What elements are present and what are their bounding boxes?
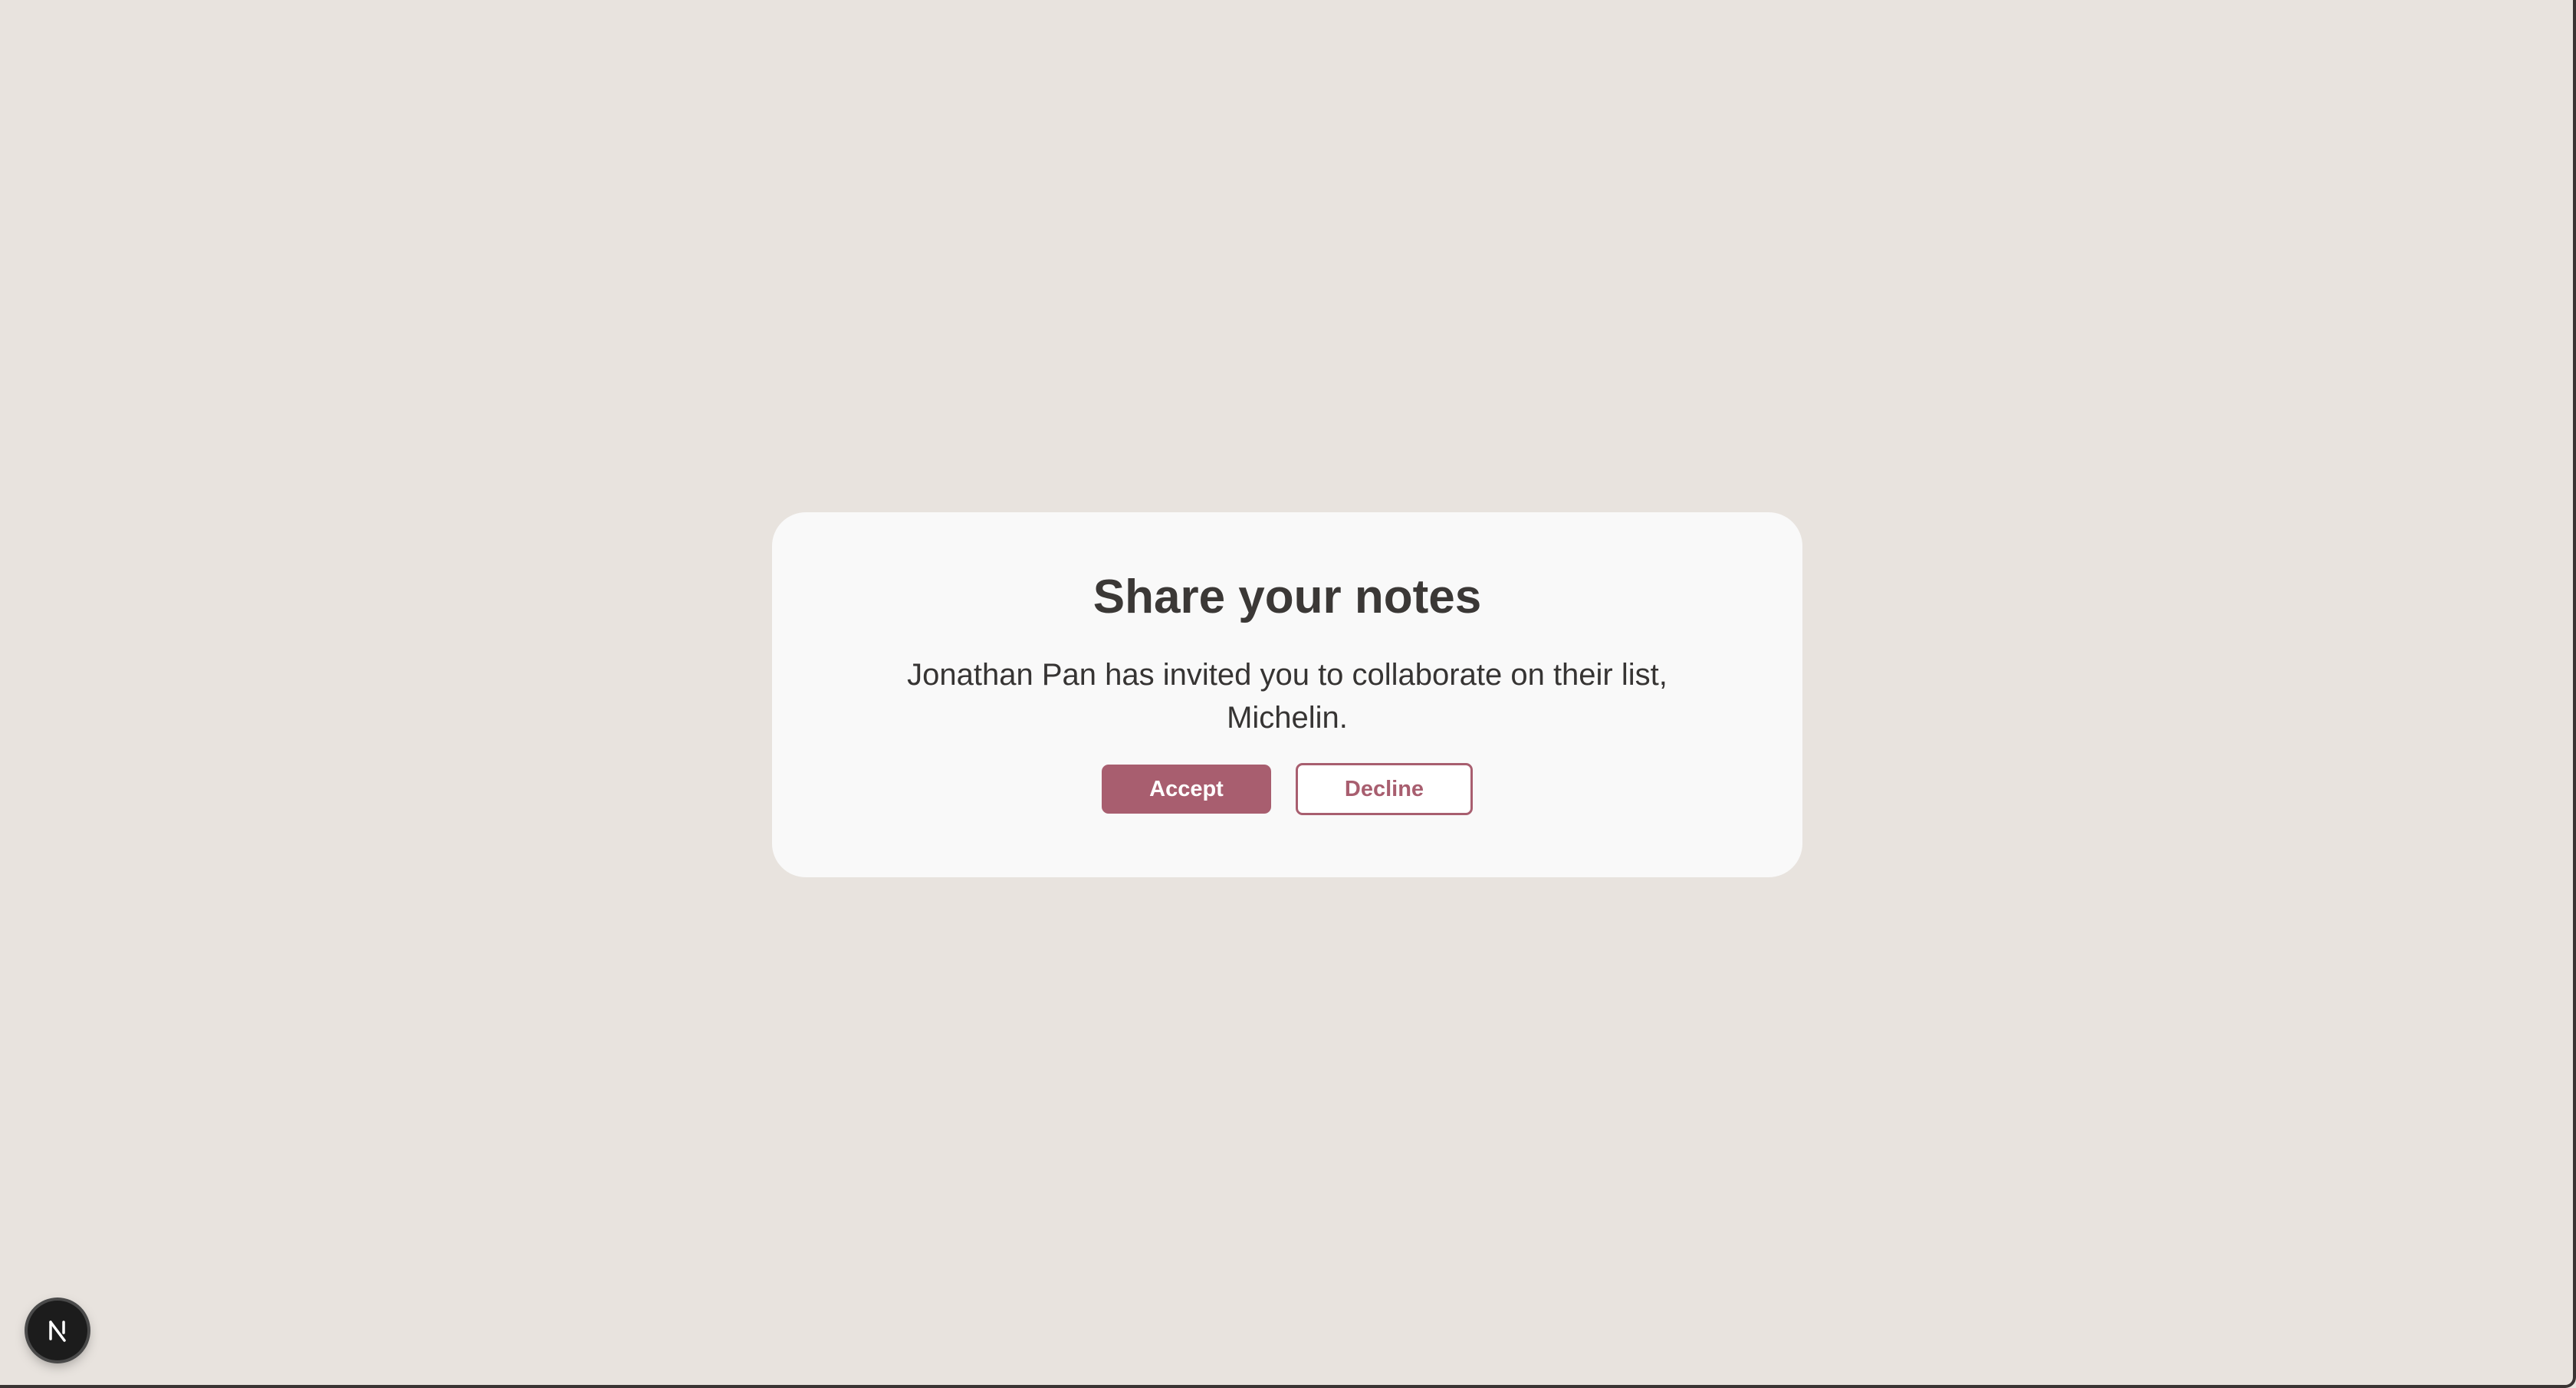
nextjs-dev-badge[interactable]	[28, 1301, 87, 1360]
nextjs-logo-icon	[43, 1316, 72, 1345]
invite-dialog: Share your notes Jonathan Pan has invite…	[772, 512, 1802, 877]
decline-button[interactable]: Decline	[1296, 763, 1473, 815]
dialog-actions: Accept Decline	[772, 763, 1802, 817]
dialog-title: Share your notes	[1092, 571, 1482, 623]
dialog-message: Jonathan Pan has invited you to collabor…	[907, 658, 1668, 735]
accept-button[interactable]: Accept	[1102, 765, 1271, 814]
